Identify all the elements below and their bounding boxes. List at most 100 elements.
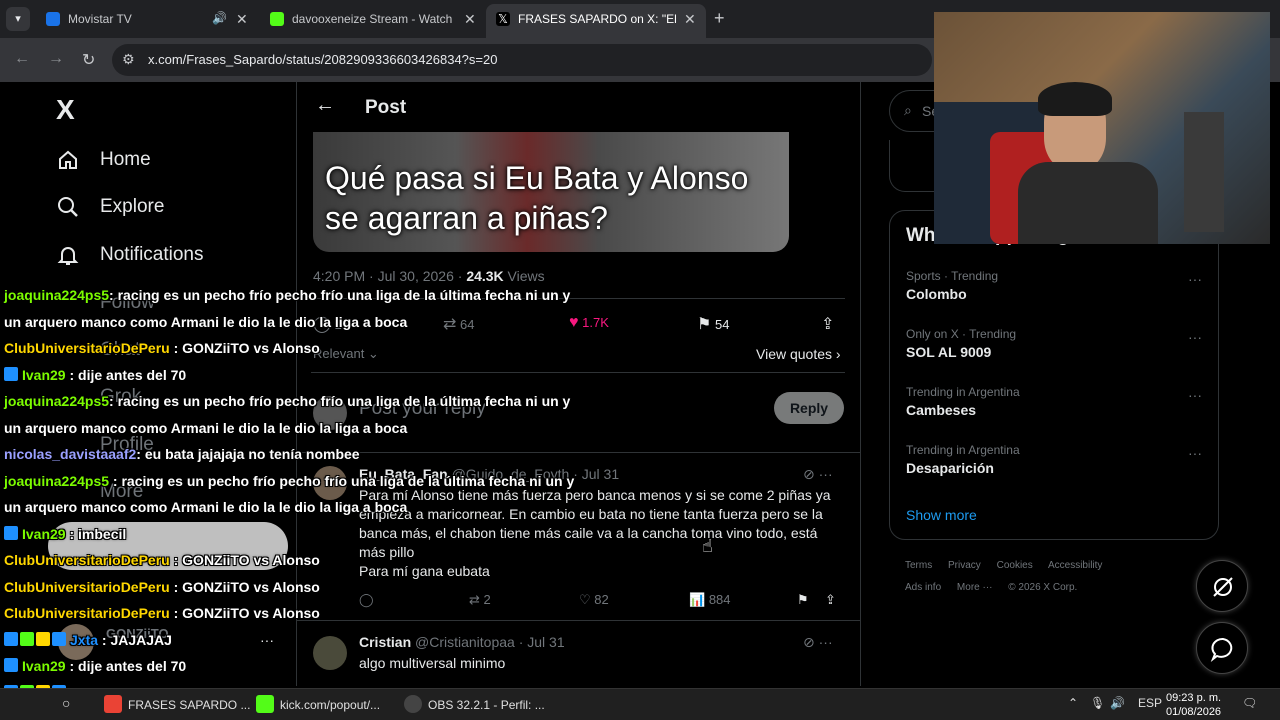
footer-link-privacy[interactable]: Privacy <box>948 560 981 571</box>
volume-icon[interactable]: 🔊 <box>1110 696 1125 710</box>
microphone-icon[interactable]: 🎙 <box>1090 696 1105 710</box>
trend-item[interactable]: Trending in Argentina Desaparición ··· <box>906 443 1206 487</box>
account-avatar[interactable] <box>58 624 94 660</box>
view-quotes-link[interactable]: View quotes › <box>756 346 841 362</box>
start-search-icon[interactable]: ○ <box>62 695 70 711</box>
comment-author-handle[interactable]: @Cristianitopaa · Jul 31 <box>415 634 565 650</box>
footer-links-row1: Terms Privacy Cookies Accessibility <box>905 560 1165 571</box>
tab-x-active[interactable]: 𝕏 FRASES SAPARDO on X: "El sup ✕ <box>486 4 706 38</box>
cursor-hand-icon: ☝ <box>702 536 713 556</box>
x-logo[interactable]: X <box>56 94 75 126</box>
nav-label: Grok <box>100 386 142 407</box>
audio-icon[interactable]: 🔊 <box>212 11 227 25</box>
notifications-icon[interactable]: 🗨 <box>1242 696 1257 710</box>
chrome-icon <box>104 695 122 713</box>
comment-avatar[interactable] <box>313 636 347 670</box>
trend-category: Sports · Trending <box>906 269 999 283</box>
comment-actions: ◯ ⇄ 2 ♡ 82 📊 884 ⚑ ⇪ <box>359 592 849 610</box>
reply-icon[interactable]: ◯ <box>359 592 374 608</box>
post-media-image[interactable]: Qué pasa si Eu Bata y Alonso se agarran … <box>313 132 789 252</box>
close-tab-icon[interactable]: ✕ <box>464 11 476 28</box>
taskbar-app-obs[interactable]: OBS 32.2.1 - Perfil: ... <box>404 695 545 715</box>
more-icon[interactable]: ··· <box>819 466 833 482</box>
bookmark-icon: ⚑ <box>697 316 712 333</box>
bookmark-button[interactable]: ⚑ 54 <box>697 314 729 334</box>
share-icon[interactable]: ⇪ <box>821 314 834 334</box>
webcam-overlay <box>934 12 1270 244</box>
grok-fab-button[interactable] <box>1196 560 1248 612</box>
tab-kick[interactable]: davooxeneize Stream - Watch L ✕ <box>260 4 482 34</box>
forward-icon[interactable]: → <box>48 50 64 68</box>
nav-label: Notifications <box>100 244 204 265</box>
chat-fab-button[interactable] <box>1196 622 1248 674</box>
language-indicator[interactable]: ESP <box>1138 696 1162 710</box>
trend-title: Desaparición <box>906 460 994 476</box>
reload-icon[interactable]: ↻ <box>82 50 95 70</box>
site-settings-icon[interactable]: ⚙ <box>122 51 135 68</box>
bookmark-icon[interactable]: ⚑ <box>797 592 809 608</box>
more-icon[interactable]: ··· <box>1188 387 1202 403</box>
main-column: ← Post Qué pasa si Eu Bata y Alonso se a… <box>296 82 861 686</box>
comment-author-name[interactable]: Eu_Bata_Fan <box>359 466 448 482</box>
reply-submit-button[interactable]: Reply <box>774 392 844 424</box>
tab-search-button[interactable]: ▾ <box>6 7 30 31</box>
clock-date: 01/08/2026 <box>1166 706 1222 718</box>
nav-label: More <box>100 481 144 502</box>
trend-category: Only on X · Trending <box>906 327 1017 341</box>
trend-item[interactable]: Only on X · Trending SOL AL 9009 ··· <box>906 327 1206 371</box>
grok-icon[interactable]: ⊘ <box>803 466 815 482</box>
taskbar-app-kick[interactable]: kick.com/popout/... <box>256 695 380 715</box>
post-action-row: ◯ 15 ⇄ 64 ♥ 1.7K ⚑ 54 ⇪ <box>313 314 843 336</box>
share-icon[interactable]: ⇪ <box>825 592 836 608</box>
chat-badge-icon <box>4 525 18 540</box>
close-tab-icon[interactable]: ✕ <box>236 11 248 28</box>
more-icon[interactable]: ··· <box>819 634 833 650</box>
windows-taskbar: ○ FRASES SAPARDO ... kick.com/popout/...… <box>0 688 1280 720</box>
views-button[interactable]: 📊 884 <box>689 592 731 608</box>
comment-grok-more[interactable]: ⊘ ··· <box>803 466 833 483</box>
close-tab-icon[interactable]: ✕ <box>684 11 696 28</box>
new-tab-icon[interactable]: + <box>714 8 725 29</box>
trend-item[interactable]: Trending in Argentina Cambeses ··· <box>906 385 1206 429</box>
reply-input[interactable]: Post your reply <box>359 398 486 420</box>
taskbar-app-label: OBS 32.2.1 - Perfil: ... <box>428 698 545 712</box>
comment-avatar[interactable] <box>313 466 347 500</box>
comment-author-name[interactable]: Cristian <box>359 634 411 650</box>
taskbar-app-chrome[interactable]: FRASES SAPARDO ... <box>104 695 250 715</box>
back-icon[interactable]: ← <box>14 50 30 68</box>
comment-author-handle[interactable]: @Guido_de_Foyth · Jul 31 <box>452 466 620 482</box>
chat-message: ClubUniversitarioDePeru : GONZiiTO vs Al… <box>4 338 320 359</box>
tab-movistar[interactable]: Movistar TV 🔊 ✕ <box>36 4 256 34</box>
sort-relevant-dropdown[interactable]: Relevant ⌄ <box>313 346 379 362</box>
trend-category: Trending in Argentina <box>906 385 1020 399</box>
like-button[interactable]: ♥ 1.7K <box>569 314 609 332</box>
account-more-icon[interactable]: ··· <box>260 632 274 648</box>
comment-grok-more[interactable]: ⊘ ··· <box>803 634 833 651</box>
repost-button[interactable]: ⇄ 2 <box>469 592 491 608</box>
grok-icon[interactable]: ⊘ <box>803 634 815 650</box>
tray-chevron-icon[interactable]: ⌃ <box>1068 696 1078 710</box>
chat-badges <box>4 366 20 388</box>
post-timestamp[interactable]: 4:20 PM · Jul 30, 2026 · <box>313 268 466 284</box>
url-field[interactable]: ⚙ x.com/Frases_Sapardo/status/2082909336… <box>112 44 932 76</box>
footer-link-ads[interactable]: Ads info <box>905 582 941 593</box>
footer-link-more[interactable]: More ··· <box>957 582 993 593</box>
back-arrow-icon[interactable]: ← <box>315 94 335 117</box>
nav-label: Follow <box>100 292 155 313</box>
footer-link-terms[interactable]: Terms <box>905 560 932 571</box>
footer-link-accessibility[interactable]: Accessibility <box>1048 560 1102 571</box>
chat-message: ClubUniversitarioDePeru : GONZiiTO vs Al… <box>4 577 320 598</box>
like-button[interactable]: ♡ 82 <box>579 592 609 608</box>
chat-badge-icon <box>4 631 18 646</box>
footer-link-cookies[interactable]: Cookies <box>997 560 1033 571</box>
more-icon[interactable]: ··· <box>1188 445 1202 461</box>
trend-item[interactable]: Sports · Trending Colombo ··· <box>906 269 1206 313</box>
account-switcher[interactable] <box>48 522 288 570</box>
show-more-link[interactable]: Show more <box>906 507 977 523</box>
more-icon[interactable]: ··· <box>1188 329 1202 345</box>
more-icon[interactable]: ··· <box>1188 271 1202 287</box>
reply-button[interactable]: ◯ 15 <box>313 314 349 334</box>
taskbar-clock[interactable]: 09:23 p. m. 01/08/2026 <box>1166 691 1221 719</box>
kick-favicon-icon <box>270 12 284 26</box>
repost-button[interactable]: ⇄ 64 <box>443 314 475 334</box>
